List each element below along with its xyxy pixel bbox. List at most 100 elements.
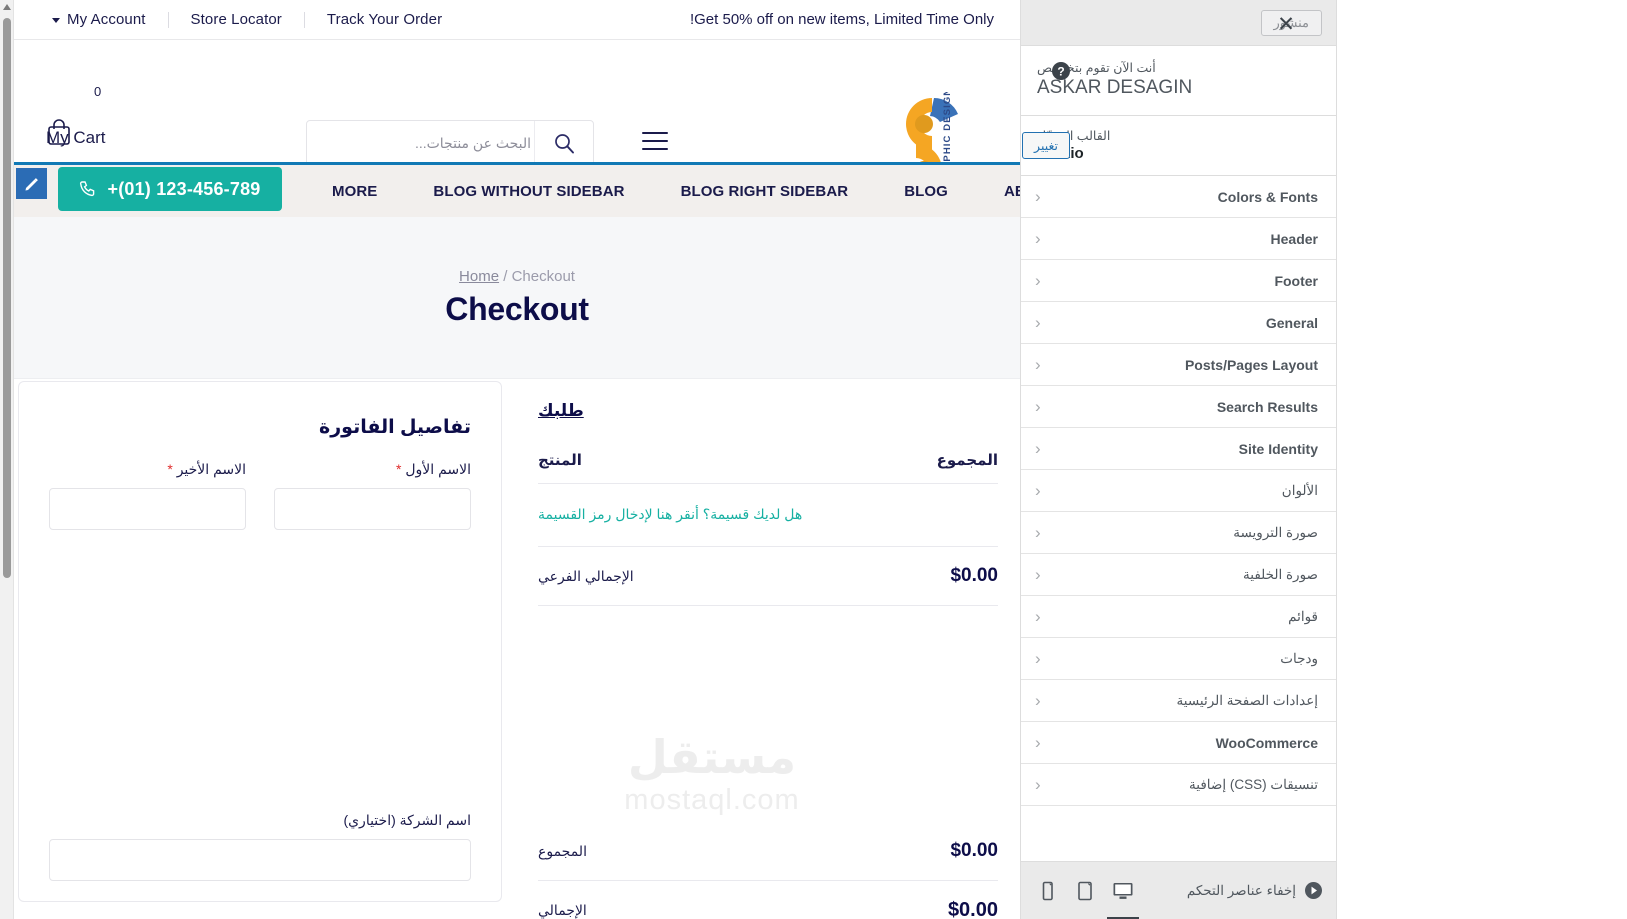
company-input[interactable]: [49, 839, 471, 881]
tablet-view-button[interactable]: [1073, 880, 1097, 902]
hamburger-menu-icon[interactable]: [642, 132, 668, 156]
first-name-input[interactable]: [274, 488, 471, 530]
first-name-label: الاسم الأول *: [274, 461, 471, 478]
topbar-link-my-account[interactable]: My Account: [34, 11, 168, 28]
chevron-left-icon: ‹: [1035, 229, 1041, 248]
promo-text: !Get 50% off on new items, Limited Time …: [689, 11, 994, 28]
chevron-left-icon: ‹: [1035, 187, 1041, 206]
chevron-left-icon: ‹: [1035, 355, 1041, 374]
chevron-left-icon: ‹: [1035, 649, 1041, 668]
required-asterisk: *: [396, 461, 402, 477]
section-menus[interactable]: قوائم ‹: [1021, 596, 1336, 638]
section-label: Site Identity: [1238, 440, 1318, 457]
page-background: [1337, 0, 1627, 919]
nav-item-blog-right-sidebar[interactable]: BLOG RIGHT SIDEBAR: [653, 183, 877, 200]
section-additional-css[interactable]: تنسيقات (CSS) إضافية ‹: [1021, 764, 1336, 806]
svg-text:?: ?: [1057, 65, 1064, 79]
site-preview: My Account Store Locator Track Your Orde…: [14, 0, 1020, 919]
section-widgets[interactable]: ودجات ‹: [1021, 638, 1336, 680]
mobile-view-button[interactable]: [1035, 880, 1059, 902]
section-site-identity[interactable]: Site Identity ‹: [1021, 428, 1336, 470]
topbar-link-store-locator[interactable]: Store Locator: [169, 11, 304, 28]
company-label: اسم الشركة (اختياري): [343, 812, 471, 828]
chevron-left-icon: ‹: [1035, 313, 1041, 332]
chevron-down-icon: [52, 18, 60, 23]
coupon-link[interactable]: هل لديك قسيمة؟ أنقر هنا لإدخال رمز القسي…: [538, 506, 802, 522]
section-homepage-settings[interactable]: إعدادات الصفحة الرئيسية ‹: [1021, 680, 1336, 722]
order-spacer: [538, 606, 998, 822]
order-summary: طلبك المجموع المنتج هل لديك قسيمة؟ أنقر …: [538, 401, 998, 919]
order-table-header: المجموع المنتج: [538, 451, 998, 484]
section-woocommerce[interactable]: WooCommerce ‹: [1021, 722, 1336, 764]
close-icon[interactable]: ✕: [1272, 10, 1300, 38]
section-header-image[interactable]: صورة الترويسة ‹: [1021, 512, 1336, 554]
coupon-row: هل لديك قسيمة؟ أنقر هنا لإدخال رمز القسي…: [538, 484, 998, 547]
section-label: تنسيقات (CSS) إضافية: [1189, 776, 1318, 792]
section-colors-ar[interactable]: الألوان ‹: [1021, 470, 1336, 512]
last-name-label-text: الاسم الأخير: [176, 461, 246, 477]
order-row-amount: $0.00: [950, 840, 998, 861]
checkout-content: طلبك المجموع المنتج هل لديك قسيمة؟ أنقر …: [14, 379, 1020, 919]
breadcrumb-current: Checkout: [511, 267, 575, 285]
order-total-label: الإجمالي: [538, 902, 587, 918]
nav-item-more[interactable]: MORE: [304, 183, 405, 200]
section-general[interactable]: General ‹: [1021, 302, 1336, 344]
chevron-left-icon: ‹: [1035, 565, 1041, 584]
cart-link[interactable]: 0 My Cart: [46, 84, 106, 147]
breadcrumb-separator: /: [503, 267, 508, 285]
customizer-header: ? أنت الآن تقوم بتخصيص ASKAR DESAGIN: [1021, 46, 1336, 116]
scroll-up-arrow-icon[interactable]: [3, 4, 11, 10]
nav-items: MORE BLOG WITHOUT SIDEBAR BLOG RIGHT SID…: [304, 165, 1020, 217]
section-header[interactable]: Header ‹: [1021, 218, 1336, 260]
play-icon: [1305, 882, 1322, 899]
site-header: 0 My Cart البحث عن منتجات... GRAPHIC DES…: [14, 40, 1020, 203]
breadcrumb: Home / Checkout: [459, 268, 575, 285]
nav-item-blog[interactable]: BLOG: [876, 183, 976, 200]
order-row: $0.00 الإجمالي الفرعي: [538, 547, 998, 606]
search-icon[interactable]: [553, 132, 575, 159]
chevron-left-icon: ‹: [1035, 271, 1041, 290]
section-label: Header: [1270, 230, 1318, 247]
section-label: الألوان: [1281, 482, 1318, 498]
nav-item-about-us[interactable]: ABOUT US: [976, 183, 1020, 200]
company-field-group: اسم الشركة (اختياري): [49, 812, 471, 881]
search-input-placeholder[interactable]: البحث عن منتجات...: [415, 135, 531, 152]
edit-pencil-icon[interactable]: [16, 168, 47, 199]
product-search[interactable]: البحث عن منتجات...: [306, 120, 594, 166]
desktop-view-button[interactable]: [1107, 880, 1139, 919]
change-theme-button[interactable]: تغيير: [1022, 132, 1070, 159]
section-background-image[interactable]: صورة الخلفية ‹: [1021, 554, 1336, 596]
section-label: ودجات: [1280, 650, 1318, 666]
chevron-left-icon: ‹: [1035, 523, 1041, 542]
order-row-label: الإجمالي الفرعي: [538, 567, 634, 584]
phone-button[interactable]: +(01) 123-456-789: [58, 167, 282, 211]
chevron-left-icon: ‹: [1035, 397, 1041, 416]
section-search-results[interactable]: Search Results ‹: [1021, 386, 1336, 428]
nav-item-blog-without-sidebar[interactable]: BLOG WITHOUT SIDEBAR: [405, 183, 652, 200]
order-summary-title: طلبك: [538, 401, 584, 420]
breadcrumb-home-link[interactable]: Home: [459, 268, 499, 285]
chevron-left-icon: ‹: [1035, 607, 1041, 626]
scrollbar-thumb[interactable]: [3, 18, 11, 578]
section-footer[interactable]: Footer ‹: [1021, 260, 1336, 302]
customizer-footer: إخفاء عناصر التحكم: [1021, 861, 1336, 919]
hide-controls-button[interactable]: إخفاء عناصر التحكم: [1187, 882, 1322, 899]
order-row-amount: $0.00: [950, 565, 998, 586]
section-posts-pages-layout[interactable]: Posts/Pages Layout ‹: [1021, 344, 1336, 386]
first-name-field-group: الاسم الأول *: [274, 461, 471, 530]
chevron-left-icon: ‹: [1035, 691, 1041, 710]
section-label: قوائم: [1288, 608, 1318, 624]
preview-scrollbar[interactable]: [0, 0, 14, 919]
last-name-field-group: الاسم الأخير *: [49, 461, 246, 530]
topbar-link-track-order[interactable]: Track Your Order: [305, 11, 464, 28]
search-divider: [534, 121, 535, 165]
wp-customizer-panel: منشور ? أنت الآن تقوم بتخصيص ASKAR DESAG…: [1020, 0, 1337, 919]
help-icon[interactable]: ?: [1052, 62, 1070, 80]
page-title: Checkout: [445, 290, 589, 327]
section-colors-and-fonts[interactable]: Colors & Fonts ‹: [1021, 176, 1336, 218]
hide-controls-label: إخفاء عناصر التحكم: [1186, 882, 1296, 898]
billing-details-card: تفاصيل الفاتورة الاسم الأول * الاسم الأخ…: [18, 381, 502, 902]
last-name-input[interactable]: [49, 488, 246, 530]
required-asterisk: *: [167, 461, 173, 477]
section-label: Colors & Fonts: [1217, 188, 1318, 205]
